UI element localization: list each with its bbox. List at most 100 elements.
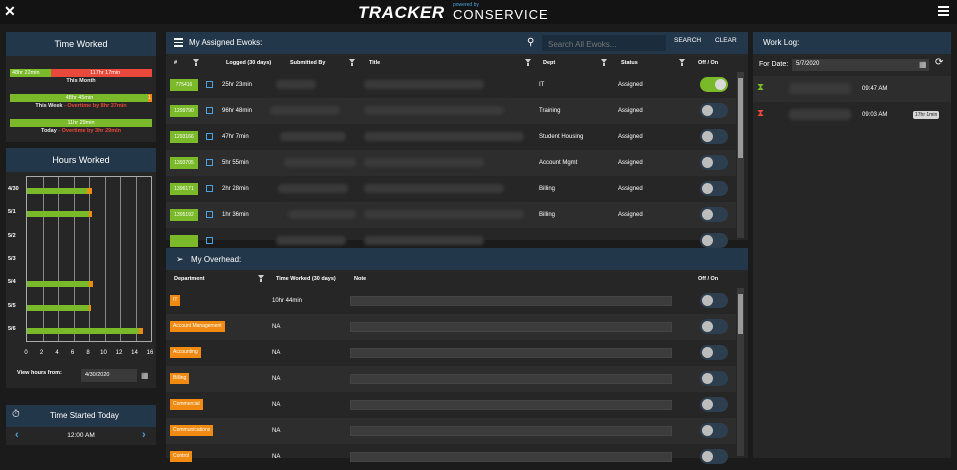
x-tick-label: 2 [39, 350, 44, 356]
department-badge[interactable]: Billing [170, 373, 190, 384]
status: Assigned [618, 160, 643, 166]
table-row: Communications NA [166, 418, 736, 444]
scrollbar[interactable] [737, 288, 744, 456]
chevron-right-icon[interactable]: › [142, 429, 146, 441]
off-on-toggle[interactable] [700, 293, 728, 308]
month-bar-worked: 48hr 22min [12, 70, 40, 76]
status: Assigned [618, 134, 643, 140]
col-note: Note [354, 276, 367, 282]
note-input[interactable] [350, 322, 672, 332]
toggle-knob [702, 451, 713, 462]
search-button[interactable]: SEARCH [674, 37, 701, 44]
menu-icon[interactable] [938, 6, 949, 16]
month-bar: 48hr 22min 117hr 17min [10, 69, 152, 77]
hours-bar [87, 187, 93, 194]
col-title: Title [369, 60, 381, 66]
off-on-toggle[interactable] [700, 371, 728, 386]
overhead-header: ➢ My Overhead: [166, 248, 748, 270]
off-on-toggle[interactable] [700, 181, 728, 196]
note-input[interactable] [350, 296, 672, 306]
off-on-toggle[interactable] [700, 233, 728, 248]
status: Assigned [618, 82, 643, 88]
ewok-id-badge[interactable]: 1395192 [170, 209, 198, 221]
table-row: Account Management NA [166, 314, 736, 340]
y-tick-label: 4/30 [8, 185, 19, 192]
time-worked-panel: Time Worked 48hr 22min 117hr 17min This … [6, 32, 156, 142]
department-badge[interactable]: Commercial [170, 399, 203, 410]
scrollbar[interactable] [737, 72, 744, 238]
off-on-toggle[interactable] [700, 319, 728, 334]
time-worked-title: Time Worked [6, 32, 156, 56]
toggle-knob [702, 105, 713, 116]
external-link-icon[interactable] [206, 133, 213, 140]
ewok-id-badge[interactable]: 1293166 [170, 131, 198, 143]
logged-time: 1hr 36min [222, 212, 249, 218]
filter-icon[interactable] [258, 275, 264, 282]
for-date-input[interactable]: 5/7/2020 [792, 59, 929, 71]
department-badge[interactable]: Account Management [170, 321, 225, 332]
note-input[interactable] [350, 400, 672, 410]
work-log-entry: ⧗ 09:47 AM [753, 76, 951, 102]
x-tick-label: 8 [86, 350, 90, 356]
y-tick-label: 5/2 [8, 232, 16, 239]
filter-icon[interactable] [601, 59, 607, 66]
off-on-toggle[interactable] [700, 449, 728, 464]
note-input[interactable] [350, 452, 672, 462]
external-link-icon[interactable] [206, 107, 213, 114]
entry-title-redacted [789, 109, 851, 120]
title-redacted [364, 236, 484, 245]
external-link-icon[interactable] [206, 185, 213, 192]
toggle-knob [715, 79, 726, 90]
submitted-by-redacted [284, 158, 356, 167]
ewok-id-badge[interactable]: 1393705 [170, 157, 198, 169]
entry-time: 09:03 AM [862, 112, 888, 118]
calendar-icon[interactable]: ▦ [141, 371, 149, 380]
time-started-title: Time Started Today [6, 405, 156, 427]
search-input[interactable] [542, 35, 666, 51]
off-on-toggle[interactable] [700, 77, 728, 92]
external-link-icon[interactable] [206, 237, 213, 244]
off-on-toggle[interactable] [700, 155, 728, 170]
close-icon[interactable]: ✕ [4, 3, 16, 20]
department-badge[interactable]: IT [170, 295, 181, 306]
ewok-id-badge[interactable]: 1299790 [170, 105, 198, 117]
note-input[interactable] [350, 374, 672, 384]
view-hours-from-input[interactable]: 4/30/2020 [81, 369, 137, 382]
external-link-icon[interactable] [206, 159, 213, 166]
refresh-icon[interactable]: ⟳ [935, 57, 943, 68]
calendar-icon[interactable]: ▦ [919, 60, 927, 69]
department-badge[interactable]: Communications [170, 425, 214, 436]
clear-button[interactable]: CLEAR [715, 37, 737, 44]
title-redacted [364, 132, 524, 141]
hours-bar [27, 328, 140, 335]
external-link-icon[interactable] [206, 211, 213, 218]
logged-time: 47hr 7min [222, 134, 249, 140]
off-on-toggle[interactable] [700, 345, 728, 360]
ewok-id-badge[interactable]: 775416 [170, 79, 198, 91]
off-on-toggle[interactable] [700, 423, 728, 438]
off-on-toggle[interactable] [700, 397, 728, 412]
filter-icon[interactable] [349, 59, 355, 66]
off-on-toggle[interactable] [700, 129, 728, 144]
ewok-id-badge[interactable] [170, 235, 198, 247]
external-link-icon[interactable] [206, 81, 213, 88]
y-tick-label: 5/5 [8, 302, 16, 309]
note-input[interactable] [350, 426, 672, 436]
department-badge[interactable]: Accounting [170, 347, 201, 358]
for-date-label: For Date: [759, 61, 789, 68]
search-icon[interactable]: ⚲ [527, 37, 534, 48]
department-badge[interactable]: Control [170, 451, 193, 462]
ewok-id-badge[interactable]: 1396171 [170, 183, 198, 195]
top-bar: ✕ TRACKER powered by CONSERVICE [0, 0, 957, 24]
status: Assigned [618, 212, 643, 218]
off-on-toggle[interactable] [700, 103, 728, 118]
off-on-toggle[interactable] [700, 207, 728, 222]
hourglass-icon: ⧗ [757, 82, 765, 93]
filter-icon[interactable] [679, 59, 685, 66]
note-input[interactable] [350, 348, 672, 358]
filter-icon[interactable] [193, 59, 199, 66]
filter-icon[interactable] [525, 59, 531, 66]
submitted-by-redacted [276, 236, 346, 245]
grid-line [58, 177, 59, 341]
col-dept: Dept [543, 60, 556, 66]
